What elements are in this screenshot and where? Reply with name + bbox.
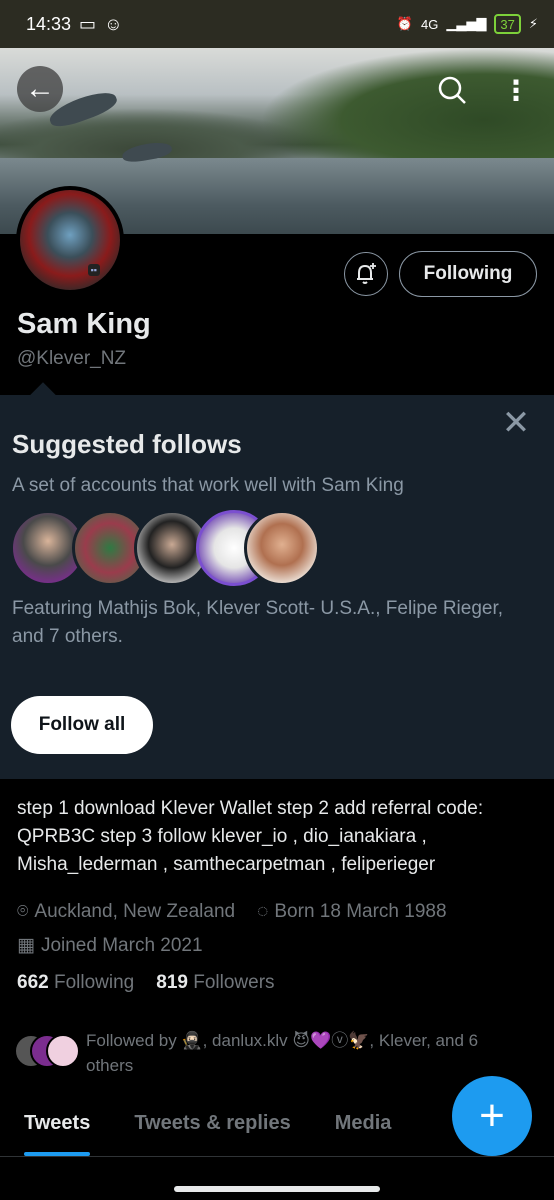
home-indicator[interactable] — [174, 1186, 380, 1192]
profile-bio: step 1 download Klever Wallet step 2 add… — [17, 798, 484, 875]
nft-badge-icon: ▪▪ — [87, 264, 100, 276]
notifications-button[interactable] — [344, 252, 388, 296]
profile-handle: @Klever_NZ — [17, 348, 127, 369]
balloon-icon: ◌ — [257, 901, 269, 922]
suggested-follows-panel: ✕ Suggested follows A set of accounts th… — [0, 382, 554, 779]
signal-icon: ▁▃▅▇ — [446, 16, 487, 31]
suggested-featuring-text: Featuring Mathijs Bok, Klever Scott- U.S… — [12, 598, 504, 647]
back-button[interactable]: ← — [17, 66, 63, 112]
calendar-icon: ▦ — [17, 935, 35, 956]
location-icon: ⌾ — [17, 901, 29, 922]
network-label: 4G — [421, 16, 439, 32]
search-button[interactable] — [432, 70, 472, 110]
suggested-subtitle: A set of accounts that work well with Sa… — [12, 475, 404, 496]
suggested-title: Suggested follows — [12, 429, 242, 459]
search-icon — [438, 76, 466, 104]
profile-joined: Joined March 2021 — [40, 935, 203, 956]
profile-location: Auckland, New Zealand — [34, 901, 236, 922]
follow-counts: 662 Following 819 Followers — [17, 972, 275, 994]
bell-plus-icon — [357, 263, 376, 284]
status-bar: 14:33 ▭ ☺ ⏰ 4G ▁▃▅▇ 37 ⚡ — [0, 0, 554, 48]
following-button[interactable]: Following — [399, 251, 537, 297]
profile-name: Sam King — [17, 308, 151, 340]
close-button[interactable]: ✕ — [500, 404, 532, 442]
following-count-link[interactable]: 662 Following — [17, 972, 134, 994]
compose-tweet-button[interactable]: + — [452, 1076, 532, 1156]
arrow-left-icon: ← — [25, 72, 55, 105]
charging-icon: ⚡ — [528, 16, 538, 31]
alarm-icon: ⏰ — [396, 16, 414, 31]
divider — [0, 1156, 554, 1157]
followed-by-text: Followed by 🥷🏻, danlux.klv 😈💜ⓥ🦅, Klever,… — [86, 1031, 479, 1075]
tab-tweets-replies[interactable]: Tweets & replies — [134, 1100, 290, 1156]
more-options-button[interactable]: ⋮ — [500, 70, 532, 110]
status-time: 14:33 — [26, 13, 72, 34]
more-vertical-icon: ⋮ — [502, 74, 530, 106]
avatar — [46, 1034, 80, 1068]
profile-meta: ⌾ Auckland, New Zealand ◌ Born 18 March … — [17, 895, 547, 963]
tab-tweets[interactable]: Tweets — [24, 1100, 91, 1156]
plus-icon: + — [479, 1091, 505, 1140]
snapchat-icon: ☺ — [104, 13, 123, 34]
followers-count-link[interactable]: 819 Followers — [156, 972, 274, 994]
suggested-avatars[interactable] — [10, 510, 330, 586]
followed-by[interactable]: Followed by 🥷🏻, danlux.klv 😈💜ⓥ🦅, Klever,… — [14, 1028, 534, 1078]
profile-birthday: Born 18 March 1988 — [274, 901, 447, 922]
timeline-peek — [20, 1164, 540, 1200]
close-icon: ✕ — [501, 404, 531, 442]
battery-icon: 37 — [494, 14, 521, 34]
avatar — [244, 510, 320, 586]
follow-all-button[interactable]: Follow all — [11, 696, 153, 754]
tab-media[interactable]: Media — [335, 1100, 392, 1156]
avatar[interactable]: ▪▪ — [16, 186, 124, 294]
cast-icon: ▭ — [79, 13, 97, 34]
